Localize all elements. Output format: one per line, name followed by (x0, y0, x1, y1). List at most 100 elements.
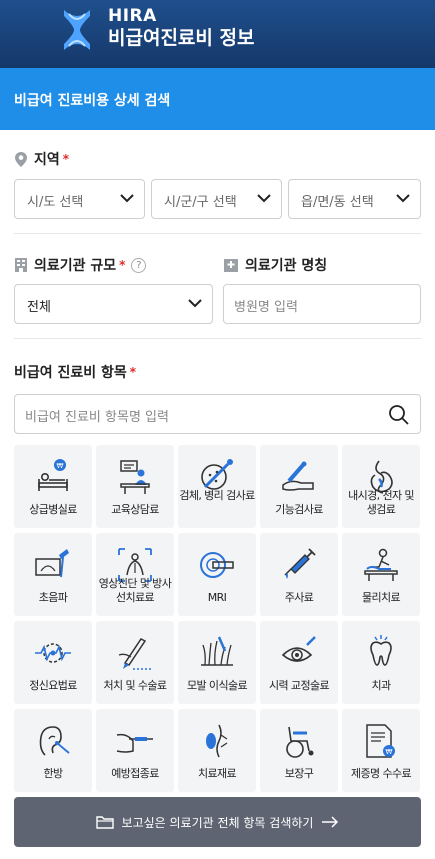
sido-select-value: 시/도 선택 (27, 195, 84, 210)
tile-label: 모발 이식술료 (186, 679, 248, 692)
items-label-text: 비급여 진료비 항목 (14, 365, 127, 381)
tile-label: 물리치료 (361, 591, 401, 604)
tile-specimen-test[interactable]: 검체, 병리 검사료 (178, 445, 256, 528)
scale-label-text: 의료기관 규모 (34, 258, 117, 274)
tile-oriental-medicine[interactable]: 한방 (14, 709, 92, 792)
tile-label: 기능검사료 (275, 503, 323, 516)
chevron-down-icon (257, 194, 271, 203)
building-icon (15, 258, 27, 272)
tooth-icon (370, 635, 392, 666)
item-search-placeholder: 비급여 진료비 항목명 입력 (25, 410, 169, 425)
psychotherapy-icon (35, 643, 71, 663)
function-test-icon (282, 461, 314, 491)
tile-label: 정신요법료 (29, 679, 77, 692)
search-all-label: 보고싶은 의료기관 전체 항목 검색하기 (121, 815, 314, 830)
chevron-down-icon (396, 194, 410, 203)
tile-vaccination[interactable]: 예방접종료 (96, 709, 174, 792)
tile-dental[interactable]: 치과 (342, 621, 420, 704)
tile-hair-transplant[interactable]: 모발 이식술료 (178, 621, 256, 704)
region-label: 지역 * (14, 149, 69, 169)
folder-icon (95, 816, 114, 829)
tile-physical-therapy[interactable]: 물리치료 (342, 533, 420, 616)
tile-label: 시력 교정술료 (268, 679, 330, 692)
vaccination-icon (116, 733, 153, 753)
brand: HIRA 비급여진료비 정보 (108, 6, 254, 50)
tile-treatment-material[interactable]: 치료재료 (178, 709, 256, 792)
vision-correction-icon (281, 636, 316, 662)
tile-ultrasound[interactable]: 초음파 (14, 533, 92, 616)
chevron-down-icon (188, 299, 202, 308)
brand-line2: 비급여진료비 정보 (108, 27, 255, 49)
brand-line1: HIRA (108, 6, 157, 26)
hira-logo-icon (64, 10, 90, 50)
wheelchair-icon (286, 726, 314, 758)
tile-function-test[interactable]: 기능검사료 (260, 445, 338, 528)
tile-label: 영상진단 및 방사선치료료 (98, 577, 172, 604)
tile-label: 제증명 수수료 (350, 767, 412, 780)
tile-label: MRI (207, 591, 227, 604)
syringe-icon (284, 548, 316, 579)
scale-select-value: 전체 (27, 300, 51, 315)
tile-injection[interactable]: 주사료 (260, 533, 338, 616)
tile-certificate-fee[interactable]: ₩ 제증명 수수료 (342, 709, 420, 792)
divider (14, 233, 421, 234)
tile-endoscopy[interactable]: 내시경, 천자 및 생검료 (342, 445, 420, 528)
acupuncture-icon (39, 726, 70, 756)
required-mark: * (119, 258, 126, 272)
required-mark: * (62, 152, 70, 166)
tile-label: 초음파 (38, 591, 68, 604)
emd-select-value: 읍/면/동 선택 (301, 195, 374, 210)
tile-label: 교육상담료 (111, 503, 159, 516)
search-icon[interactable] (388, 404, 410, 426)
svg-text:₩: ₩ (386, 748, 393, 756)
tile-radiology[interactable]: 영상진단 및 방사선치료료 (96, 533, 174, 616)
required-mark: * (129, 365, 137, 379)
search-all-button[interactable]: 보고싶은 의료기관 전체 항목 검색하기 (14, 797, 421, 847)
hospital-name-label: 의료기관 명칭 (223, 255, 327, 275)
svg-text:₩: ₩ (57, 462, 64, 470)
hospital-name-input[interactable]: 병원명 입력 (223, 284, 421, 324)
hospital-name-placeholder: 병원명 입력 (234, 300, 298, 315)
mri-icon (200, 552, 234, 578)
tile-hospital-room[interactable]: ₩ 상급병실료 (14, 445, 92, 528)
tile-vision-correction[interactable]: 시력 교정술료 (260, 621, 338, 704)
item-search-input[interactable]: 비급여 진료비 항목명 입력 (14, 394, 421, 434)
ultrasound-icon (35, 549, 69, 578)
scale-select[interactable]: 전체 (14, 284, 213, 324)
tile-psychotherapy[interactable]: 정신요법료 (14, 621, 92, 704)
sido-select[interactable]: 시/도 선택 (14, 179, 145, 219)
app-header: HIRA 비급여진료비 정보 (0, 0, 435, 68)
sigungu-select[interactable]: 시/군/구 선택 (151, 179, 282, 219)
divider (14, 338, 421, 339)
tile-label: 보장구 (284, 767, 314, 780)
emd-select[interactable]: 읍/면/동 선택 (288, 179, 421, 219)
surgery-icon (118, 638, 151, 670)
tile-label: 상급병실료 (29, 503, 77, 516)
location-pin-icon (15, 151, 27, 167)
page-title: 비급여 진료비용 상세 검색 (0, 68, 435, 130)
tile-label: 주사료 (284, 591, 314, 604)
region-label-text: 지역 (34, 152, 60, 168)
hospital-icon (224, 259, 238, 272)
hair-transplant-icon (201, 636, 233, 666)
tile-label: 치료재료 (197, 767, 237, 780)
counseling-icon (120, 460, 150, 494)
tile-label: 처치 및 수술료 (103, 679, 168, 692)
help-icon[interactable]: ? (131, 257, 147, 273)
treatment-material-icon (206, 724, 228, 758)
tile-label: 내시경, 천자 및 생검료 (348, 489, 414, 516)
tile-label: 예방접종료 (111, 767, 159, 780)
physical-therapy-icon (364, 548, 398, 581)
tile-label: 치과 (371, 679, 391, 692)
tile-mri[interactable]: MRI (178, 533, 256, 616)
tile-education-counseling[interactable]: 교육상담료 (96, 445, 174, 528)
chevron-down-icon (120, 194, 134, 203)
sigungu-select-value: 시/군/구 선택 (164, 195, 237, 210)
certificate-icon: ₩ (366, 724, 395, 758)
tile-surgery[interactable]: 처치 및 수술료 (96, 621, 174, 704)
tile-label: 한방 (43, 767, 63, 780)
tile-assistive-device[interactable]: 보장구 (260, 709, 338, 792)
arrow-right-icon (322, 816, 339, 828)
hospital-bed-icon: ₩ (38, 459, 68, 491)
items-label: 비급여 진료비 항목 * (14, 362, 136, 382)
